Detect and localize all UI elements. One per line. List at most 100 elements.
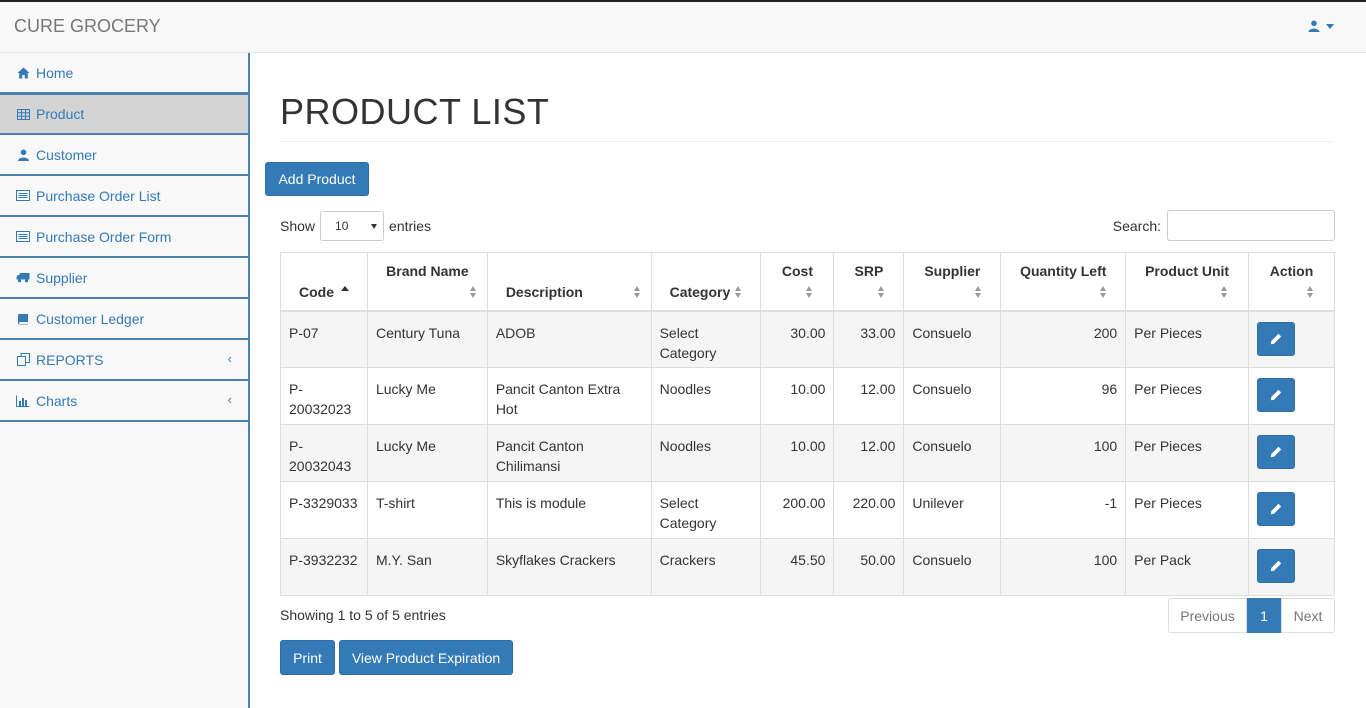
product-table: Code Brand Name Description Category Cos… <box>280 252 1335 596</box>
cell-srp: 220.00 <box>833 481 905 539</box>
sidebar-item-product[interactable]: Product <box>0 94 248 135</box>
edit-button[interactable] <box>1257 492 1296 526</box>
navbar: CURE GROCERY <box>0 0 1366 53</box>
sidebar-item-label: REPORTS <box>36 351 104 368</box>
sidebar-item-purchase-order-list[interactable]: Purchase Order List <box>0 176 248 217</box>
main-content: PRODUCT LIST Add Product Show 10 entries… <box>252 53 1366 708</box>
table-row: P-3932232 M.Y. San Skyflakes Crackers Crack… <box>280 538 1335 596</box>
column-header-brand-name[interactable]: Brand Name <box>366 252 488 311</box>
page-title: PRODUCT LIST <box>280 91 550 132</box>
sidebar-item-home[interactable]: Home <box>0 53 248 94</box>
cell-description: Skyflakes Crackers <box>486 538 652 596</box>
sidebar-item-label: Home <box>36 64 74 81</box>
sidebar-item-customer[interactable]: Customer <box>0 135 248 176</box>
column-header-cost[interactable]: Cost <box>760 252 835 311</box>
cell-brand-name: M.Y. San <box>366 538 488 596</box>
home-icon <box>16 66 30 80</box>
edit-button[interactable] <box>1257 321 1296 356</box>
edit-button[interactable] <box>1257 549 1296 583</box>
sort-icon <box>1221 285 1228 298</box>
column-header-supplier[interactable]: Supplier <box>903 252 1002 311</box>
cell-code: P-20032043 <box>280 424 368 482</box>
table-info: Showing 1 to 5 of 5 entries <box>280 607 446 623</box>
cell-brand-name: Lucky Me <box>366 424 488 482</box>
sort-icon <box>1307 285 1314 298</box>
cell-cost: 10.00 <box>760 367 835 425</box>
cell-action <box>1248 367 1335 425</box>
entries-label: entries <box>389 218 432 234</box>
sidebar-item-customer-ledger[interactable]: Customer Ledger <box>0 299 248 340</box>
sidebar-item-charts[interactable]: Charts ‹ <box>0 381 248 422</box>
copy-icon <box>16 353 30 367</box>
edit-button[interactable] <box>1257 435 1296 469</box>
search-input[interactable] <box>1167 210 1335 241</box>
brand-title[interactable]: CURE GROCERY <box>14 16 161 37</box>
cell-supplier: Consuelo <box>903 310 1002 368</box>
table-icon <box>16 107 30 121</box>
sidebar-item-reports[interactable]: REPORTS ‹ <box>0 340 248 381</box>
cell-product-unit: Per Pieces <box>1125 481 1250 539</box>
user-menu[interactable] <box>1308 20 1334 32</box>
pencil-icon <box>1270 503 1282 515</box>
cell-action <box>1248 310 1335 368</box>
cell-quantity-left: 100 <box>1000 538 1127 596</box>
cell-category: Crackers <box>650 538 762 596</box>
pagination-previous[interactable]: Previous <box>1168 598 1247 633</box>
cell-description: ADOB <box>486 310 652 368</box>
sidebar-item-purchase-order-form[interactable]: Purchase Order Form <box>0 217 248 258</box>
sort-icon <box>975 285 982 298</box>
cell-product-unit: Per Pieces <box>1125 367 1250 425</box>
edit-button[interactable] <box>1257 378 1296 412</box>
print-button[interactable]: Print <box>280 640 335 675</box>
pagination: Previous 1 Next <box>1168 598 1335 633</box>
pencil-icon <box>1270 389 1282 401</box>
cell-brand-name: T-shirt <box>366 481 488 539</box>
bar-chart-icon <box>16 394 30 408</box>
cell-code: P-07 <box>280 310 368 368</box>
cell-category: Select Category <box>650 481 762 539</box>
cell-supplier: Unilever <box>903 481 1002 539</box>
page-length-select[interactable]: 10 <box>320 211 385 241</box>
cell-action <box>1248 424 1335 482</box>
chevron-left-icon: ‹ <box>227 351 232 366</box>
cell-quantity-left: 96 <box>1000 367 1127 425</box>
cell-supplier: Consuelo <box>903 367 1002 425</box>
column-header-product-unit[interactable]: Product Unit <box>1125 252 1250 311</box>
truck-icon <box>16 271 30 285</box>
pagination-next[interactable]: Next <box>1281 598 1335 633</box>
column-header-action[interactable]: Action <box>1248 252 1335 311</box>
cell-product-unit: Per Pieces <box>1125 424 1250 482</box>
cell-quantity-left: 100 <box>1000 424 1127 482</box>
pencil-icon <box>1270 560 1282 572</box>
cell-product-unit: Per Pieces <box>1125 310 1250 368</box>
column-header-description[interactable]: Description <box>486 252 652 311</box>
column-header-srp[interactable]: SRP <box>833 252 905 311</box>
cell-supplier: Consuelo <box>903 424 1002 482</box>
chevron-down-icon <box>371 224 378 229</box>
cell-quantity-left: 200 <box>1000 310 1127 368</box>
cell-category: Noodles <box>650 424 762 482</box>
sort-icon <box>469 285 477 298</box>
show-label: Show <box>280 218 316 234</box>
divider <box>280 141 1334 142</box>
column-header-code[interactable]: Code <box>280 252 368 311</box>
sidebar-item-label: Purchase Order List <box>36 187 161 204</box>
page-length-control: Show 10 entries <box>280 211 431 241</box>
cell-cost: 200.00 <box>760 481 835 539</box>
cell-cost: 30.00 <box>760 310 835 368</box>
cell-cost: 10.00 <box>760 424 835 482</box>
view-product-expiration-button[interactable]: View Product Expiration <box>339 640 513 675</box>
column-header-category[interactable]: Category <box>650 252 762 311</box>
cell-quantity-left: -1 <box>1000 481 1127 539</box>
pagination-page-1[interactable]: 1 <box>1247 598 1281 633</box>
search-label: Search: <box>1112 217 1161 234</box>
sidebar-item-label: Supplier <box>36 269 88 286</box>
sort-icon <box>878 285 885 298</box>
column-header-quantity-left[interactable]: Quantity Left <box>1000 252 1127 311</box>
sidebar-item-supplier[interactable]: Supplier <box>0 258 248 299</box>
cell-description: This is module <box>486 481 652 539</box>
cell-category: Noodles <box>650 367 762 425</box>
cell-code: P-20032023 <box>280 367 368 425</box>
add-product-button[interactable]: Add Product <box>265 162 369 196</box>
list-icon <box>16 189 30 203</box>
